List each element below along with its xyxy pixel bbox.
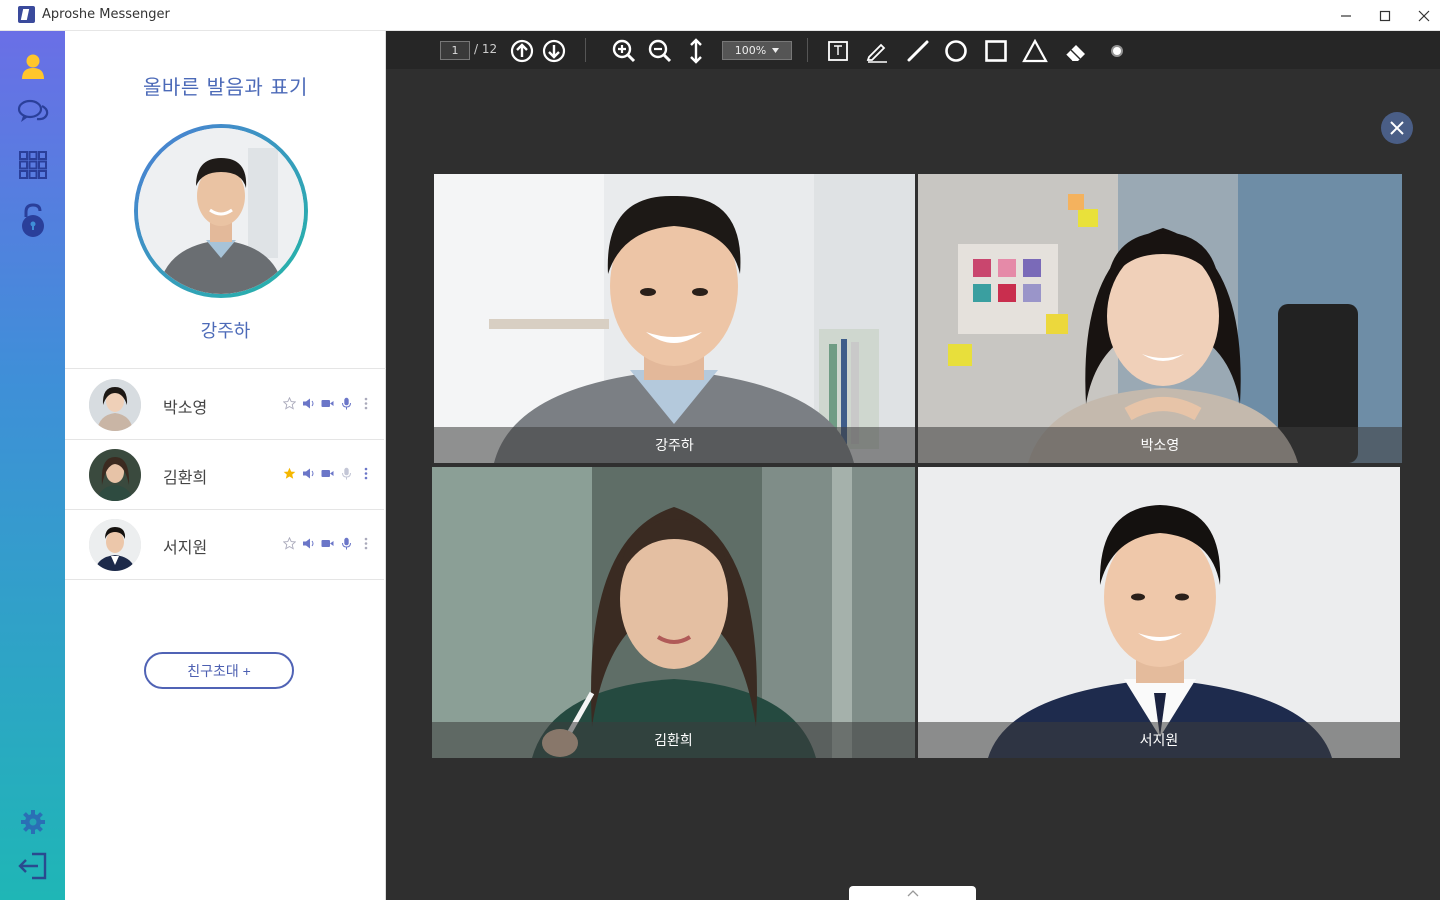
host-name: 강주하: [200, 321, 251, 342]
arrow-up-circle-icon: [510, 39, 534, 63]
avatar: [89, 519, 141, 571]
video-tile[interactable]: 강주하: [434, 174, 915, 463]
logout-icon[interactable]: [17, 850, 49, 882]
zoom-in-icon: [612, 39, 636, 63]
arrow-down-circle-icon: [542, 39, 566, 63]
speaker-icon[interactable]: [302, 397, 315, 410]
page-number-input[interactable]: 1: [440, 41, 470, 60]
microphone-icon[interactable]: [340, 537, 353, 550]
eraser-tool-button[interactable]: [1063, 38, 1089, 64]
zoom-value: 100%: [734, 44, 767, 57]
maximize-button[interactable]: [1365, 0, 1405, 31]
member-row[interactable]: 서지원: [65, 510, 384, 580]
triangle-tool-button[interactable]: [1022, 38, 1048, 64]
page-total: / 12: [474, 42, 498, 56]
dot-icon: [1111, 45, 1123, 57]
zoom-select[interactable]: 100%: [722, 41, 792, 60]
microphone-icon[interactable]: [340, 397, 353, 410]
host-avatar: [134, 124, 308, 298]
circle-icon: [945, 40, 967, 62]
rectangle-tool-button[interactable]: [983, 38, 1009, 64]
speaker-icon[interactable]: [302, 537, 315, 550]
panel-divider: [65, 368, 386, 369]
star-outline-icon[interactable]: [283, 537, 296, 550]
star-filled-icon[interactable]: [283, 467, 296, 480]
square-icon: [985, 40, 1007, 62]
whiteboard-toolbar: 1 / 12 100%: [386, 31, 1440, 69]
video-camera-icon[interactable]: [321, 467, 334, 480]
zoom-in-button[interactable]: [611, 38, 637, 64]
pencil-icon: [866, 43, 887, 63]
settings-gear-icon[interactable]: [17, 806, 49, 838]
expand-bottom-button[interactable]: [849, 886, 976, 900]
title-bar: Aproshe Messenger: [0, 0, 1440, 31]
triangle-icon: [1022, 39, 1048, 63]
video-tile[interactable]: 김환희: [432, 467, 915, 758]
line-tool-button[interactable]: [905, 38, 931, 64]
speaker-icon[interactable]: [302, 467, 315, 480]
chat-icon[interactable]: [17, 96, 49, 128]
video-tile[interactable]: 박소영: [918, 174, 1402, 463]
more-options-icon[interactable]: [359, 467, 372, 480]
member-row[interactable]: 김환희: [65, 440, 384, 510]
zoom-out-icon: [648, 39, 672, 63]
fit-height-button[interactable]: [683, 38, 709, 64]
minimize-button[interactable]: [1326, 0, 1366, 31]
tile-caption: 서지원: [918, 722, 1400, 758]
page-down-button[interactable]: [541, 38, 567, 64]
close-icon: [1418, 10, 1430, 21]
member-name: 서지원: [163, 538, 208, 557]
brush-size-button[interactable]: [1104, 38, 1130, 64]
video-tile[interactable]: 서지원: [918, 467, 1400, 758]
video-camera-icon[interactable]: [321, 397, 334, 410]
pen-tool-button[interactable]: [864, 38, 890, 64]
unlock-icon[interactable]: [17, 203, 49, 237]
more-options-icon[interactable]: [359, 397, 372, 410]
circle-tool-button[interactable]: [943, 38, 969, 64]
eraser-icon: [1065, 45, 1085, 62]
member-row[interactable]: 박소영: [65, 370, 384, 440]
tile-caption: 박소영: [918, 427, 1402, 463]
participants-panel: 올바른 발음과 표기 강주하 박소영 김환희 서지원 친구초대 +: [65, 31, 386, 900]
close-icon: [1390, 121, 1404, 135]
tile-caption: 강주하: [434, 427, 915, 463]
zoom-out-button[interactable]: [647, 38, 673, 64]
line-icon: [907, 40, 929, 62]
more-options-icon[interactable]: [359, 537, 372, 550]
grid-apps-icon[interactable]: [17, 149, 49, 181]
invite-friend-button[interactable]: 친구초대 +: [144, 652, 294, 689]
user-icon[interactable]: [17, 50, 49, 82]
member-name: 박소영: [163, 398, 208, 417]
minimize-icon: [1341, 14, 1351, 17]
close-stage-button[interactable]: [1381, 112, 1413, 144]
chevron-up-icon: [907, 889, 918, 896]
microphone-muted-icon[interactable]: [340, 467, 353, 480]
panel-title: 올바른 발음과 표기: [143, 75, 308, 99]
star-outline-icon[interactable]: [283, 397, 296, 410]
app-logo-icon: [18, 6, 35, 23]
close-window-button[interactable]: [1404, 0, 1440, 31]
maximize-icon: [1379, 10, 1391, 21]
caret-down-icon: [772, 48, 780, 53]
vertical-arrows-icon: [690, 38, 702, 64]
avatar: [89, 449, 141, 501]
text-tool-button[interactable]: [825, 38, 851, 64]
window-title: Aproshe Messenger: [42, 7, 170, 22]
video-camera-icon[interactable]: [321, 537, 334, 550]
nav-rail: [0, 31, 65, 900]
video-stage: 1 / 12 100% 강주하 박소영 김환희 서지원: [386, 31, 1440, 900]
page-up-button[interactable]: [509, 38, 535, 64]
tile-caption: 김환희: [432, 722, 915, 758]
member-name: 김환희: [163, 468, 208, 487]
avatar: [89, 379, 141, 431]
text-box-icon: [828, 41, 848, 61]
